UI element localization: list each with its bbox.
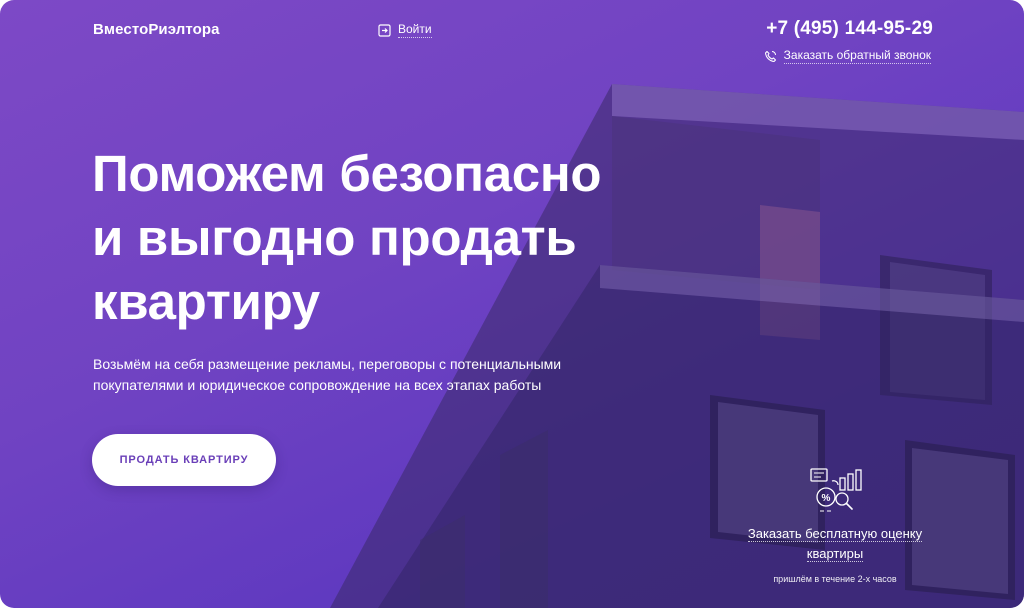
headline-line: и выгодно продать <box>92 209 577 266</box>
hero-headline: Поможем безопасно и выгодно продать квар… <box>92 142 602 334</box>
callback-label[interactable]: Заказать обратный звонок <box>783 48 931 64</box>
evaluation-chart-icon: % <box>810 468 862 512</box>
login-label[interactable]: Войти <box>398 22 432 38</box>
login-link[interactable]: Войти <box>378 22 432 38</box>
svg-text:%: % <box>822 493 831 504</box>
callback-link[interactable]: Заказать обратный звонок <box>764 48 931 64</box>
headline-line: Поможем безопасно <box>92 145 602 202</box>
hero-subtitle: Возьмём на себя размещение рекламы, пере… <box>93 356 562 393</box>
free-evaluation-link[interactable]: Заказать бесплатную оценку квартиры <box>747 526 923 562</box>
sell-apartment-button[interactable]: ПРОДАТЬ КВАРТИРУ <box>92 434 276 486</box>
phone-icon <box>764 50 776 62</box>
evaluation-note: пришлём в течение 2-х часов <box>773 574 897 584</box>
hero-section: ВместоРиэлтора Войти +7 (495) 144-95-29 … <box>0 0 1024 608</box>
phone-number[interactable]: +7 (495) 144-95-29 <box>766 18 933 40</box>
logo[interactable]: ВместоРиэлтора <box>93 21 220 38</box>
headline-line: квартиру <box>92 273 320 330</box>
free-evaluation-block: % Заказать бесплатную оценку квартиры пр… <box>728 466 942 584</box>
login-icon <box>378 23 391 37</box>
